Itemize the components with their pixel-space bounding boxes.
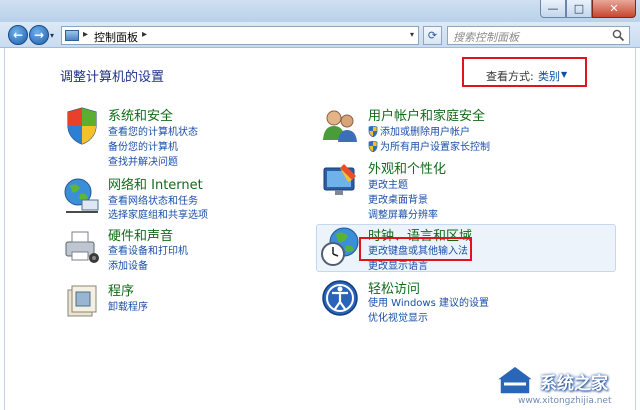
forward-button[interactable]: → [29,25,49,45]
view-by-label: 查看方式: [486,70,534,83]
recent-pages-dropdown[interactable]: ▾ [50,31,54,40]
monitor-paint-icon [323,164,356,195]
watermark-logo-text: 系统之家 [540,374,608,394]
link-troubleshoot[interactable]: 查找并解决问题 [108,153,178,168]
link-add-remove-accounts[interactable]: 添加或删除用户帐户 [368,123,470,138]
link-change-theme[interactable]: 更改主题 [368,176,408,191]
category-title-appearance[interactable]: 外观和个性化 [368,158,446,177]
link-add-device[interactable]: 添加设备 [108,257,148,272]
link-parental-controls-label: 为所有用户设置家长控制 [380,142,490,153]
uac-shield-icon [368,141,378,152]
link-backup-computer[interactable]: 备份您的计算机 [108,138,178,153]
link-change-desktop-background[interactable]: 更改桌面背景 [368,191,428,206]
category-title-user-accounts[interactable]: 用户帐户和家庭安全 [368,105,485,124]
refresh-icon: ⟳ [427,29,438,42]
input-method-highlight [359,237,472,261]
programs-icon [67,285,97,317]
address-bar[interactable]: ▸ 控制面板 ▸ ▾ [61,26,419,45]
clock-globe-icon [321,227,359,266]
uac-shield-icon [368,126,378,137]
maximize-icon: □ [573,2,585,15]
category-title-network-internet[interactable]: 网络和 Internet [108,174,203,193]
page-title: 调整计算机的设置 [60,70,165,85]
view-by-dropdown[interactable]: 类别 [538,68,560,84]
link-uninstall-program[interactable]: 卸载程序 [108,298,148,313]
link-view-computer-status[interactable]: 查看您的计算机状态 [108,123,198,138]
shield-flag-icon [67,107,97,145]
link-view-network-status[interactable]: 查看网络状态和任务 [108,192,198,207]
printer-icon [65,231,99,263]
breadcrumb-separator[interactable]: ▸ [83,29,88,40]
maximize-button[interactable]: □ [566,0,592,18]
link-homegroup-sharing[interactable]: 选择家庭组和共享选项 [108,206,208,221]
category-title-programs[interactable]: 程序 [108,280,134,299]
close-icon: ✕ [609,2,619,15]
back-button[interactable]: ← [8,25,28,45]
link-add-remove-accounts-label: 添加或删除用户帐户 [380,127,470,138]
category-title-system-security[interactable]: 系统和安全 [108,105,173,124]
users-icon [323,110,357,142]
minimize-button[interactable]: — [540,0,566,18]
link-windows-suggested-settings[interactable]: 使用 Windows 建议的设置 [368,294,489,309]
link-devices-printers[interactable]: 查看设备和打印机 [108,242,188,257]
search-placeholder: 搜索控制面板 [453,31,519,44]
title-bar: — □ ✕ [0,0,640,22]
search-input[interactable]: 搜索控制面板 [447,26,630,45]
watermark-url: www.xitongzhijia.net [518,396,612,406]
link-parental-controls[interactable]: 为所有用户设置家长控制 [368,138,490,153]
close-button[interactable]: ✕ [592,0,636,18]
network-globe-icon [64,178,99,213]
control-panel-icon [65,30,79,41]
breadcrumb-control-panel[interactable]: 控制面板 [94,29,138,45]
navigation-bar: ← → ▾ ▸ 控制面板 ▸ ▾ ⟳ 搜索控制面板 [0,22,640,48]
view-by-arrow-icon[interactable]: ▼ [561,70,567,79]
link-adjust-resolution[interactable]: 调整屏幕分辨率 [368,206,438,221]
ease-of-access-icon [322,280,358,316]
minimize-icon: — [547,2,559,15]
breadcrumb-separator[interactable]: ▸ [142,29,147,40]
address-dropdown-icon[interactable]: ▾ [410,30,414,39]
window-controls: — □ ✕ [540,0,636,19]
back-arrow-icon: ← [12,28,24,42]
link-optimize-visual-display[interactable]: 优化视觉显示 [368,309,428,324]
forward-arrow-icon: → [33,28,45,42]
search-icon[interactable] [612,29,625,42]
refresh-button[interactable]: ⟳ [423,26,442,45]
watermark-house-icon [493,365,537,395]
